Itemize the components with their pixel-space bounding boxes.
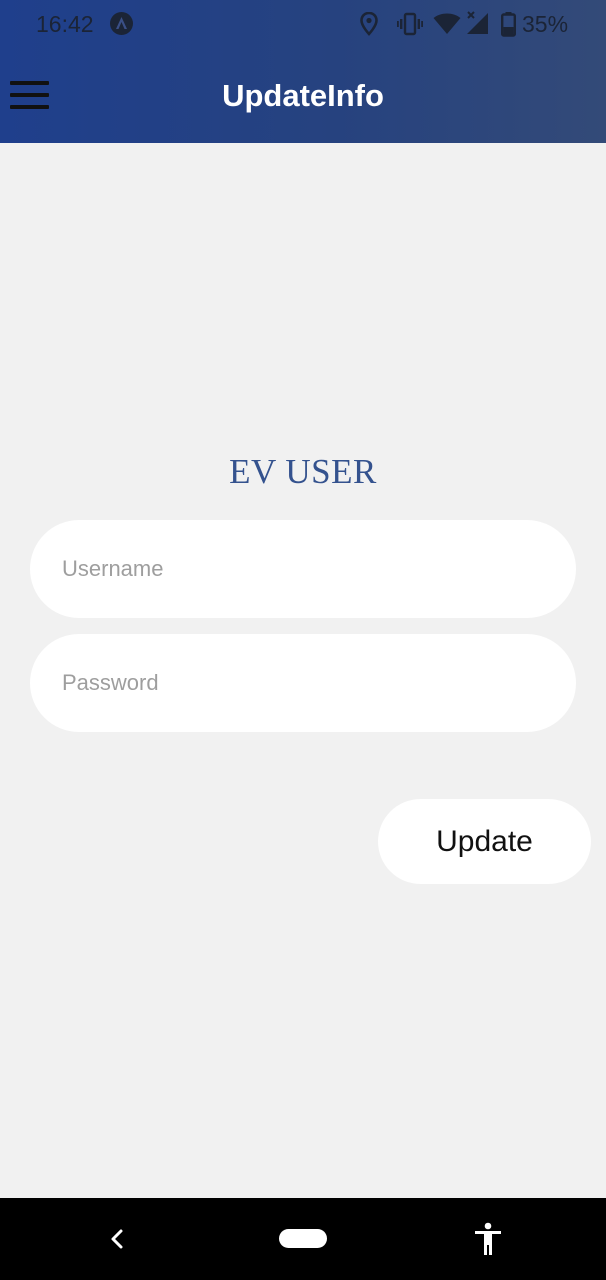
password-field-container [30,634,576,732]
home-pill-icon[interactable] [279,1229,327,1248]
page-title: UpdateInfo [222,78,384,113]
app-notification-icon [110,12,133,35]
accessibility-icon[interactable] [472,1222,504,1256]
app-bar: 16:42 35% UpdateInfo [0,0,606,143]
battery-percentage: 35% [522,11,569,37]
username-field-container [30,520,576,618]
battery-icon [501,12,516,37]
location-icon [360,12,378,36]
status-bar: 16:42 35% [0,0,606,50]
wifi-icon [433,13,461,34]
vibrate-icon [397,12,423,36]
status-time: 16:42 [36,11,94,37]
update-button[interactable]: Update [378,799,591,884]
username-input[interactable] [30,520,576,618]
form-heading: EV USER [229,452,377,491]
system-nav-bar [0,1198,606,1280]
back-icon[interactable] [104,1224,132,1254]
signal-icon [467,11,488,34]
password-input[interactable] [30,634,576,732]
